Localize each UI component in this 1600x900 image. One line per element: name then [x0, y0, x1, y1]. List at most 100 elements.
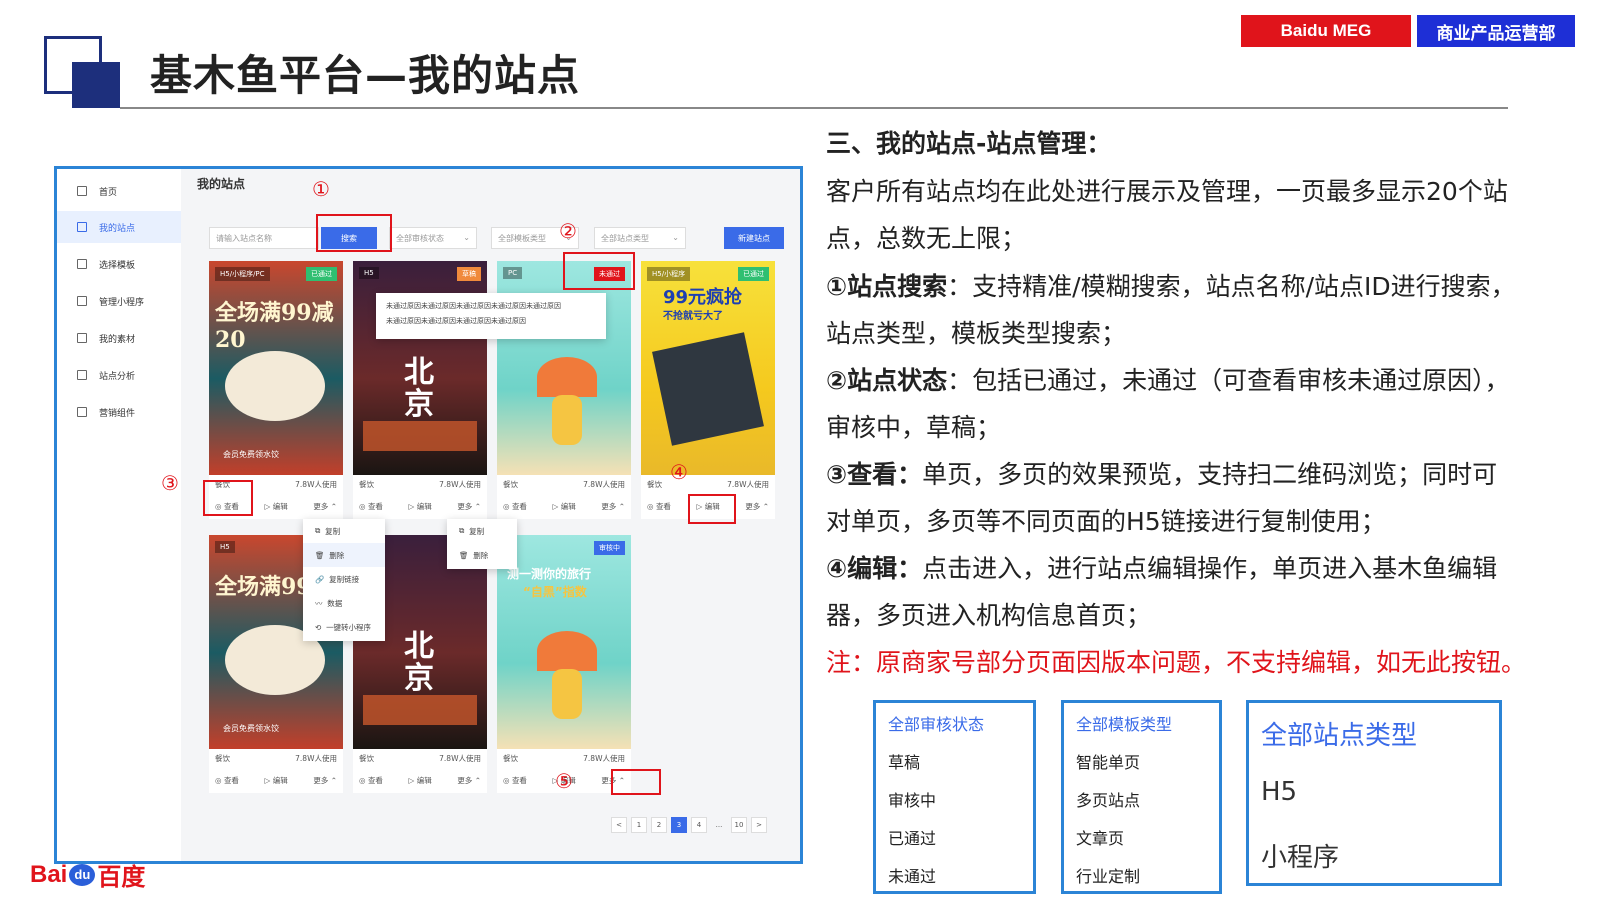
thumbnail-headline: 北京	[404, 355, 434, 422]
page-1[interactable]: 1	[631, 817, 647, 833]
chart-icon	[77, 370, 87, 380]
page-title: 基木鱼平台—我的站点	[150, 51, 581, 100]
dropdown-option-industry[interactable]: 行业定制	[1076, 863, 1140, 887]
more-button[interactable]: 更多 ⌃	[601, 501, 625, 512]
dropdown-option-draft[interactable]: 草稿	[888, 749, 920, 773]
page-10[interactable]: 10	[731, 817, 747, 833]
site-card[interactable]: 测一测你的旅行 “自黑”指数 审核中 餐饮 7.8W人使用 ◎ 查看 ▷ 编辑 更多 …	[497, 535, 631, 793]
figure-body	[552, 669, 582, 719]
dropdown-option-miniprogram[interactable]: 小程序	[1261, 837, 1339, 874]
search-input[interactable]: 请输入站点名称	[209, 227, 319, 249]
menu-item-copy[interactable]: ⧉ 复制	[447, 519, 517, 543]
dropdown-option-h5[interactable]: H5	[1261, 777, 1297, 807]
dropdown-option-all-template[interactable]: 全部模板类型	[1076, 711, 1172, 735]
usage-count: 7.8W人使用	[727, 480, 769, 489]
view-button[interactable]: ◎ 查看	[359, 775, 383, 786]
menu-item-label: 数据	[327, 598, 343, 608]
template-icon	[77, 259, 87, 269]
more-button[interactable]: 更多 ⌃	[745, 501, 769, 512]
more-button[interactable]: 更多 ⌃	[313, 501, 337, 512]
page-2[interactable]: 2	[651, 817, 667, 833]
page-ellipsis: ...	[715, 821, 723, 829]
sidebar-item-miniprogram[interactable]: 管理小程序	[57, 285, 181, 317]
view-label: 查看	[511, 776, 527, 785]
section-heading: 三、我的站点-站点管理：	[826, 129, 1112, 158]
edit-button[interactable]: ▷ 编辑	[409, 775, 432, 786]
new-site-button[interactable]: 新建站点	[724, 227, 784, 249]
more-button[interactable]: 更多 ⌃	[457, 501, 481, 512]
sidebar-item-label: 管理小程序	[99, 297, 145, 308]
menu-item-to-miniprogram[interactable]: ⟲ 一键转小程序	[303, 615, 385, 639]
view-button[interactable]: ◎ 查看	[503, 775, 527, 786]
edit-button[interactable]: ▷ 编辑	[409, 501, 432, 512]
edit-button[interactable]: ▷ 编辑	[265, 775, 288, 786]
usage-count: 7.8W人使用	[583, 754, 625, 763]
page-prev[interactable]: <	[611, 817, 627, 833]
menu-item-data[interactable]: 〰 数据	[303, 591, 385, 615]
dropdown-option-rejected[interactable]: 未通过	[888, 863, 936, 887]
sidebar-item-templates[interactable]: 选择模板	[57, 248, 181, 280]
dropdown-option-article[interactable]: 文章页	[1076, 825, 1124, 849]
status-badge: 审核中	[594, 541, 625, 555]
dropdown-option-all-status[interactable]: 全部审核状态	[888, 711, 984, 735]
view-button[interactable]: ◎ 查看	[647, 501, 671, 512]
dropdown-option-all-site[interactable]: 全部站点类型	[1261, 715, 1417, 752]
view-button[interactable]: ◎ 查看	[503, 501, 527, 512]
card-meta: 餐饮 7.8W人使用	[641, 479, 775, 490]
sidebar-item-analytics[interactable]: 站点分析	[57, 359, 181, 391]
fruit-box	[652, 332, 764, 446]
dropdown-option-reviewing[interactable]: 审核中	[888, 787, 936, 811]
view-label: 查看	[367, 502, 383, 511]
thumbnail-headline: 全场满99减20	[215, 300, 334, 353]
home-icon	[77, 186, 87, 196]
site-card[interactable]: 99元疯抢 不抢就亏大了 H5/小程序 已通过 餐饮 7.8W人使用 ◎ 查看 ▷ …	[641, 261, 775, 519]
thumbnail-headline: 99元疯抢	[663, 287, 743, 308]
more-menu-short: ⧉ 复制 🗑 删除	[447, 519, 517, 569]
more-button[interactable]: 更多 ⌃	[313, 775, 337, 786]
sidebar-item-home[interactable]: 首页	[57, 175, 181, 207]
edit-button[interactable]: ▷ 编辑	[265, 501, 288, 512]
view-label: 查看	[511, 502, 527, 511]
logo-text-right: 百度	[97, 864, 146, 891]
sidebar-item-components[interactable]: 营销组件	[57, 396, 181, 428]
component-icon	[77, 407, 87, 417]
menu-item-copy-link[interactable]: 🔗 复制链接	[303, 567, 385, 591]
status-filter-select[interactable]: 全部审核状态 ⌄	[389, 227, 477, 249]
view-label: 查看	[367, 776, 383, 785]
marker-4: ④	[670, 460, 688, 484]
sidebar-item-materials[interactable]: 我的素材	[57, 322, 181, 354]
view-button[interactable]: ◎ 查看	[359, 501, 383, 512]
site-manager-screenshot: 首页 我的站点 选择模板 管理小程序 我的素材 站点分析 营销组件 我的站点 请…	[54, 166, 803, 864]
edit-label: 编辑	[272, 776, 288, 785]
dropdown-option-smart-page[interactable]: 智能单页	[1076, 749, 1140, 773]
page-next[interactable]: >	[751, 817, 767, 833]
edit-desc-title: ④编辑：	[826, 554, 923, 583]
sidebar-item-label: 我的素材	[99, 334, 136, 345]
page-3[interactable]: 3	[671, 817, 687, 833]
page-4[interactable]: 4	[691, 817, 707, 833]
menu-item-delete[interactable]: 🗑 删除	[303, 543, 385, 567]
sidebar-item-my-sites[interactable]: 我的站点	[57, 211, 181, 243]
figure-body	[552, 395, 582, 445]
dropdown-option-multi-page[interactable]: 多页站点	[1076, 787, 1140, 811]
dropdown-option-approved[interactable]: 已通过	[888, 825, 936, 849]
more-menu: ⧉ 复制 🗑 删除 🔗 复制链接 〰 数据 ⟲ 一键转小程序	[303, 519, 385, 641]
more-button[interactable]: 更多 ⌃	[457, 775, 481, 786]
edit-desc-text: 点击进入，进行站点编辑操作，单页进入基木鱼编辑	[922, 554, 1498, 583]
menu-item-delete[interactable]: 🗑 删除	[447, 543, 517, 567]
card-meta: 餐饮 7.8W人使用	[353, 479, 487, 490]
category-label: 餐饮	[503, 754, 518, 763]
menu-item-copy[interactable]: ⧉ 复制	[303, 519, 385, 543]
menu-item-label: 一键转小程序	[326, 622, 372, 632]
sunhat-figure	[537, 631, 597, 671]
sidebar-item-label: 我的站点	[99, 223, 136, 234]
paw-icon: du	[69, 863, 96, 886]
menu-item-label: 复制	[469, 526, 485, 536]
edit-button[interactable]: ▷ 编辑	[553, 501, 576, 512]
logo-text-left: Bai	[30, 860, 68, 888]
view-button[interactable]: ◎ 查看	[215, 775, 239, 786]
note-text: 注：原商家号部分页面因版本问题，不支持编辑，如无此按钮。	[826, 648, 1527, 677]
site-type-filter-select[interactable]: 全部站点类型 ⌄	[594, 227, 686, 249]
category-label: 餐饮	[215, 754, 230, 763]
edit-desc-line-1: ④编辑：点击进入，进行站点编辑操作，单页进入基木鱼编辑	[826, 545, 1497, 592]
